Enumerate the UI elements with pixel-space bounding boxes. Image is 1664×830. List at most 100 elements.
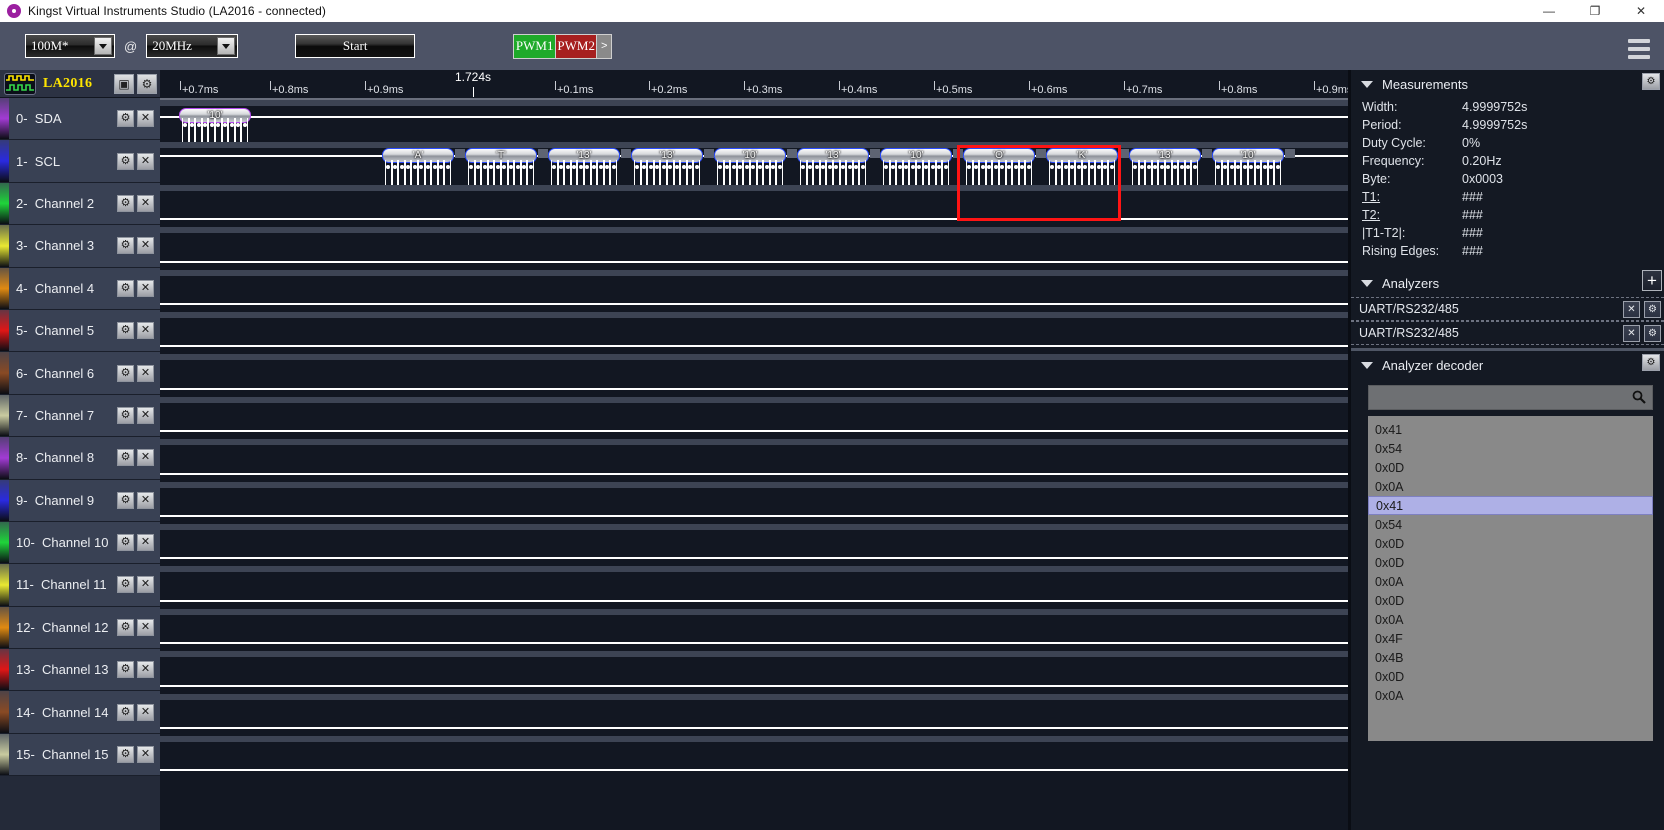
- channel-close-icon[interactable]: ✕: [137, 406, 154, 424]
- channel-settings-gear-icon[interactable]: ⚙: [117, 237, 134, 255]
- chevron-down-icon[interactable]: [217, 37, 236, 55]
- channel-settings-gear-icon[interactable]: ⚙: [117, 152, 134, 170]
- close-button[interactable]: ✕: [1618, 0, 1664, 22]
- channel-row-11[interactable]: 11- Channel 11 ⚙ ✕: [0, 564, 160, 607]
- start-button[interactable]: Start: [295, 34, 416, 58]
- add-analyzer-button[interactable]: +: [1642, 270, 1662, 291]
- decoder-list-item-3[interactable]: 0x0A: [1368, 477, 1653, 496]
- waveform-row-4[interactable]: [160, 269, 1348, 312]
- channel-settings-gear-icon[interactable]: ⚙: [117, 618, 134, 636]
- device-settings-gear-icon[interactable]: ⚙: [137, 73, 157, 94]
- channel-row-8[interactable]: 8- Channel 8 ⚙ ✕: [0, 437, 160, 480]
- search-icon[interactable]: [1632, 390, 1646, 407]
- decoder-list-item-13[interactable]: 0x0D: [1368, 667, 1653, 686]
- channel-close-icon[interactable]: ✕: [137, 152, 154, 170]
- chevron-down-icon[interactable]: [1361, 279, 1373, 287]
- channel-settings-gear-icon[interactable]: ⚙: [117, 110, 134, 128]
- channel-close-icon[interactable]: ✕: [137, 661, 154, 679]
- pwm1-button[interactable]: PWM1: [514, 34, 556, 58]
- sample-depth-select[interactable]: 100M*: [25, 34, 115, 58]
- measurement-key[interactable]: T1:: [1362, 190, 1462, 204]
- measurement-key[interactable]: T2:: [1362, 208, 1462, 222]
- analyzer-settings-gear-icon[interactable]: ⚙: [1644, 325, 1661, 342]
- channel-row-14[interactable]: 14- Channel 14 ⚙ ✕: [0, 691, 160, 734]
- decoder-value-list[interactable]: 0x41 0x54 0x0D 0x0A 0x41 0x54 0x0D 0x0D 0x0A 0x0D…: [1368, 416, 1653, 741]
- channel-settings-gear-icon[interactable]: ⚙: [117, 406, 134, 424]
- channel-row-13[interactable]: 13- Channel 13 ⚙ ✕: [0, 649, 160, 692]
- analyzer-close-icon[interactable]: ✕: [1623, 301, 1640, 318]
- channel-settings-gear-icon[interactable]: ⚙: [117, 703, 134, 721]
- channel-close-icon[interactable]: ✕: [137, 322, 154, 340]
- waveform-row-12[interactable]: [160, 608, 1348, 651]
- channel-settings-gear-icon[interactable]: ⚙: [117, 449, 134, 467]
- waveform-row-0[interactable]: '10': [160, 100, 1348, 146]
- chevron-down-icon[interactable]: [94, 37, 112, 55]
- channel-close-icon[interactable]: ✕: [137, 194, 154, 212]
- decoder-list-item-8[interactable]: 0x0A: [1368, 572, 1653, 591]
- channel-row-5[interactable]: 5- Channel 5 ⚙ ✕: [0, 309, 160, 353]
- channel-settings-gear-icon[interactable]: ⚙: [117, 746, 134, 764]
- decoder-list-item-10[interactable]: 0x0A: [1368, 610, 1653, 629]
- chevron-down-icon[interactable]: [1361, 80, 1373, 88]
- decoder-list-item-0[interactable]: 0x41: [1368, 420, 1653, 439]
- analyzer-close-icon[interactable]: ✕: [1623, 325, 1640, 342]
- sample-rate-select[interactable]: 20MHz: [146, 34, 239, 58]
- channel-close-icon[interactable]: ✕: [137, 279, 154, 297]
- analyzers-header[interactable]: Analyzers +: [1351, 269, 1664, 297]
- channel-row-9[interactable]: 9- Channel 9 ⚙ ✕: [0, 479, 160, 522]
- analyzer-decoder-header[interactable]: Analyzer decoder ⚙: [1351, 351, 1664, 379]
- channel-row-1[interactable]: 1- SCL ⚙ ✕: [0, 140, 160, 183]
- channel-close-icon[interactable]: ✕: [137, 703, 154, 721]
- waveform-row-5[interactable]: [160, 312, 1348, 354]
- channel-settings-gear-icon[interactable]: ⚙: [117, 322, 134, 340]
- pwm2-button[interactable]: PWM2: [555, 34, 597, 58]
- channel-close-icon[interactable]: ✕: [137, 491, 154, 509]
- channel-row-0[interactable]: 0- SDA ⚙ ✕: [0, 98, 160, 141]
- waveform-row-1[interactable]: 'A' 'T' '13' '13' '10' '13' '10' 'O' 'K' '13' '10': [160, 142, 1348, 189]
- channel-close-icon[interactable]: ✕: [137, 576, 154, 594]
- waveform-row-13[interactable]: [160, 651, 1348, 693]
- decoder-list-item-11[interactable]: 0x4F: [1368, 629, 1653, 648]
- waveform-row-8[interactable]: [160, 439, 1348, 481]
- waveform-row-15[interactable]: [160, 736, 1348, 778]
- decoder-search-box[interactable]: [1368, 385, 1653, 410]
- minimize-button[interactable]: —: [1526, 0, 1572, 22]
- channel-close-icon[interactable]: ✕: [137, 110, 154, 128]
- waveform-row-6[interactable]: [160, 354, 1348, 396]
- analyzer-row-1[interactable]: UART/RS232/485 ✕ ⚙: [1351, 321, 1664, 345]
- channel-close-icon[interactable]: ✕: [137, 534, 154, 552]
- channel-settings-gear-icon[interactable]: ⚙: [117, 364, 134, 382]
- waveform-row-14[interactable]: [160, 693, 1348, 736]
- waveform-row-7[interactable]: [160, 396, 1348, 439]
- decoder-list-item-14[interactable]: 0x0A: [1368, 686, 1653, 705]
- channel-settings-gear-icon[interactable]: ⚙: [117, 491, 134, 509]
- channel-settings-gear-icon[interactable]: ⚙: [117, 534, 134, 552]
- decoder-list-item-5[interactable]: 0x54: [1368, 515, 1653, 534]
- measurements-header[interactable]: Measurements ⚙: [1351, 70, 1664, 98]
- decoder-list-item-2[interactable]: 0x0D: [1368, 458, 1653, 477]
- decoder-list-item-4[interactable]: 0x41: [1368, 496, 1653, 515]
- cursor-marker[interactable]: [473, 87, 474, 97]
- channel-settings-gear-icon[interactable]: ⚙: [117, 661, 134, 679]
- channel-close-icon[interactable]: ✕: [137, 449, 154, 467]
- analyzer-settings-gear-icon[interactable]: ⚙: [1644, 301, 1661, 318]
- channel-close-icon[interactable]: ✕: [137, 364, 154, 382]
- channel-row-12[interactable]: 12- Channel 12 ⚙ ✕: [0, 606, 160, 650]
- waveform-area[interactable]: +0.7ms +0.8ms +0.9ms +0.1ms +0.2ms +0.3ms +0.4…: [160, 70, 1348, 830]
- channel-row-3[interactable]: 3- Channel 3 ⚙ ✕: [0, 225, 160, 268]
- hamburger-icon[interactable]: [1628, 39, 1650, 59]
- capture-mode-icon[interactable]: ▣: [114, 73, 134, 94]
- waveform-row-3[interactable]: [160, 227, 1348, 269]
- analyzer-row-0[interactable]: UART/RS232/485 ✕ ⚙: [1351, 297, 1664, 321]
- channel-row-4[interactable]: 4- Channel 4 ⚙ ✕: [0, 267, 160, 310]
- channel-close-icon[interactable]: ✕: [137, 746, 154, 764]
- channel-row-7[interactable]: 7- Channel 7 ⚙ ✕: [0, 394, 160, 438]
- waveform-row-10[interactable]: [160, 524, 1348, 566]
- decoder-search-input[interactable]: [1369, 389, 1652, 406]
- decoder-list-item-7[interactable]: 0x0D: [1368, 553, 1653, 572]
- decoder-list-item-1[interactable]: 0x54: [1368, 439, 1653, 458]
- channel-row-6[interactable]: 6- Channel 6 ⚙ ✕: [0, 352, 160, 395]
- decoder-list-item-12[interactable]: 0x4B: [1368, 648, 1653, 667]
- maximize-button[interactable]: ❐: [1572, 0, 1618, 22]
- channel-close-icon[interactable]: ✕: [137, 618, 154, 636]
